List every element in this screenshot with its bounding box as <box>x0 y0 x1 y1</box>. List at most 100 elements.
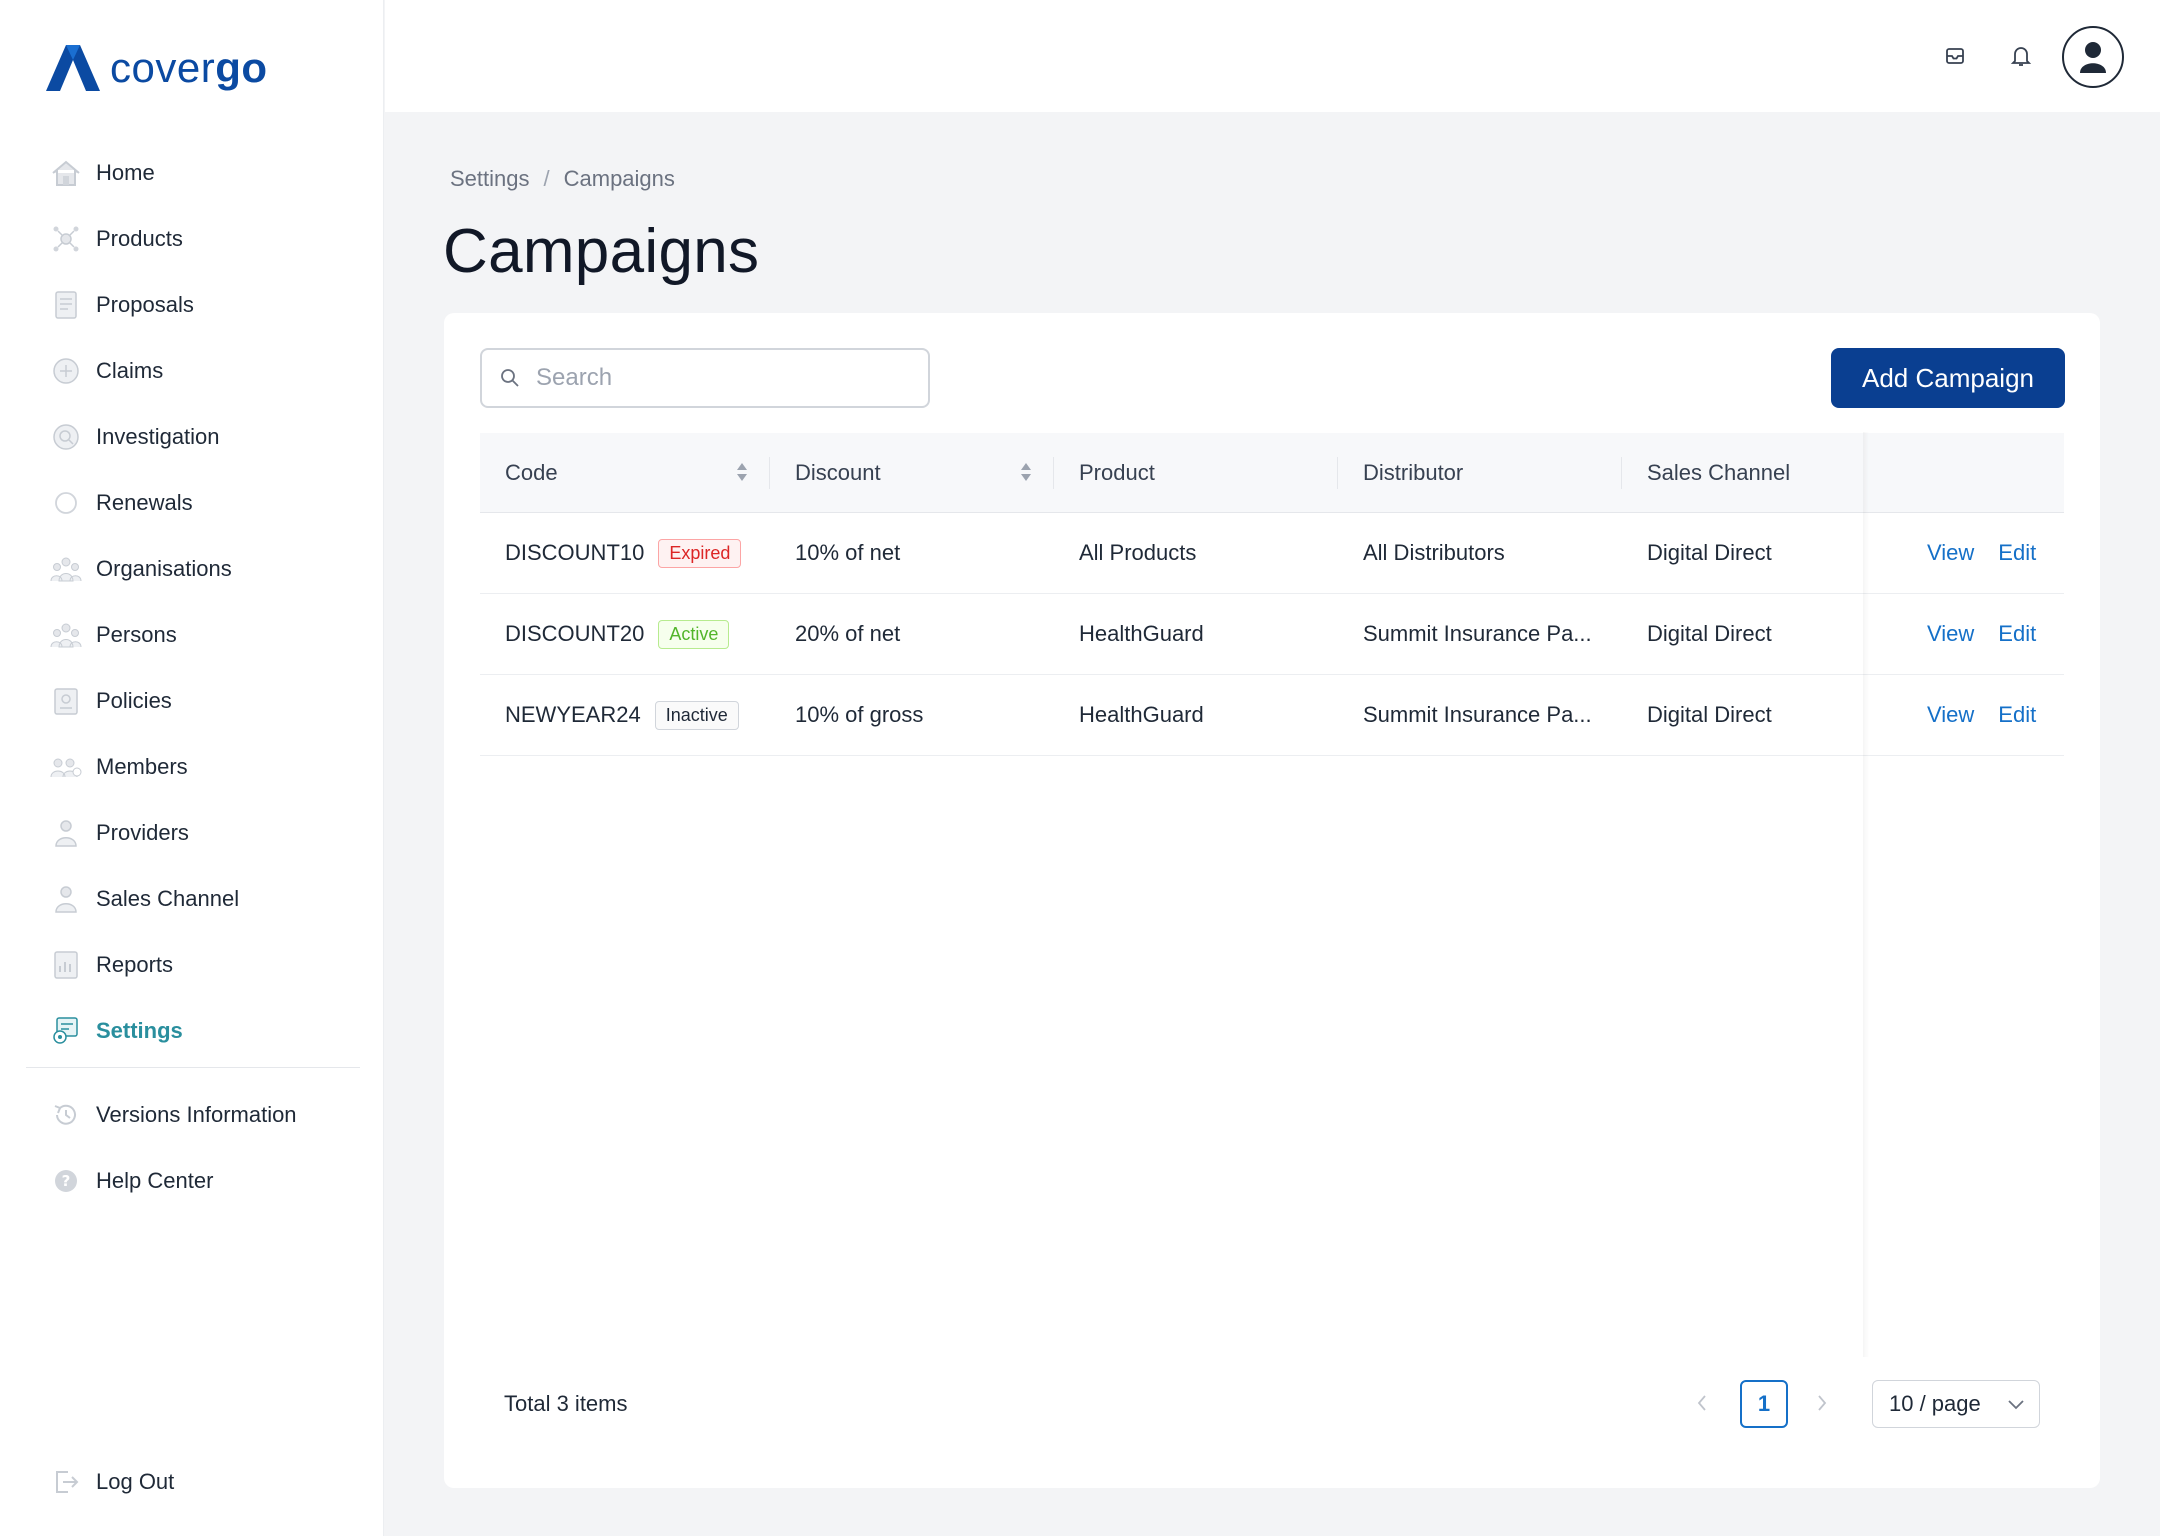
user-icon <box>2080 42 2106 73</box>
product-cell: HealthGuard <box>1079 621 1204 646</box>
sidebar-item-providers[interactable]: Providers <box>0 800 384 866</box>
sidebar-item-organisations[interactable]: Organisations <box>0 536 384 602</box>
search-input[interactable] <box>536 364 896 392</box>
sidebar-item-settings[interactable]: Settings <box>0 998 384 1064</box>
view-link[interactable]: View <box>1927 540 1974 566</box>
add-campaign-button[interactable]: Add Campaign <box>1831 348 2065 408</box>
column-header-distributor: Distributor <box>1338 433 1622 513</box>
bell-icon[interactable] <box>2007 42 2035 70</box>
sidebar-item-members[interactable]: Members <box>0 734 384 800</box>
sales-channel-icon <box>50 883 82 915</box>
logo-text: covergo <box>110 44 268 91</box>
campaign-code: DISCOUNT20 <box>505 621 645 646</box>
campaigns-table: Code Discount Product Distributor Sales … <box>480 433 2064 756</box>
discount-cell: 10% of gross <box>795 702 924 727</box>
sort-icon[interactable] <box>1020 461 1032 483</box>
view-link[interactable]: View <box>1927 621 1974 647</box>
proposals-icon <box>50 289 82 321</box>
column-header-actions <box>1902 433 2064 513</box>
page-number-button[interactable]: 1 <box>1740 1380 1788 1428</box>
distributor-cell: All Distributors <box>1363 540 1505 565</box>
chevron-right-icon <box>1818 1395 1827 1411</box>
campaign-code: DISCOUNT10 <box>505 540 645 565</box>
home-icon <box>50 157 82 189</box>
distributor-cell: Summit Insurance Pa... <box>1363 702 1592 727</box>
products-icon <box>50 223 82 255</box>
table-row: DISCOUNT20 Active 20% of net HealthGuard … <box>480 594 2064 675</box>
user-avatar[interactable] <box>2062 26 2124 88</box>
table-header: Code Discount Product Distributor Sales … <box>480 433 2064 513</box>
sidebar-item-renewals[interactable]: Renewals <box>0 470 384 536</box>
edit-link[interactable]: Edit <box>1998 621 2036 647</box>
edit-link[interactable]: Edit <box>1998 702 2036 728</box>
sort-icon[interactable] <box>736 461 748 483</box>
settings-icon <box>50 1015 82 1047</box>
chevron-down-icon <box>2008 1400 2024 1410</box>
breadcrumb-separator: / <box>543 166 550 191</box>
sidebar-item-claims[interactable]: Claims <box>0 338 384 404</box>
logout-icon <box>50 1466 82 1498</box>
sidebar-item-persons[interactable]: Persons <box>0 602 384 668</box>
sidebar-nav: Home Products Proposals Claims Investiga… <box>0 140 384 1064</box>
organisations-icon <box>50 553 82 585</box>
sidebar-item-products[interactable]: Products <box>0 206 384 272</box>
table-row: DISCOUNT10 Expired 10% of net All Product… <box>480 513 2064 594</box>
sidebar-item-reports[interactable]: Reports <box>0 932 384 998</box>
search-icon <box>501 369 519 387</box>
page-size-value: 10 / page <box>1889 1391 1981 1416</box>
inbox-icon[interactable] <box>1941 42 1969 70</box>
sidebar-item-versions-information[interactable]: Versions Information <box>0 1082 384 1148</box>
logo[interactable]: covergo <box>46 44 268 92</box>
sales-channel-cell: Digital Direct <box>1647 621 1772 646</box>
fixed-column-shadow <box>1863 432 1869 1357</box>
top-bar <box>385 0 2160 112</box>
product-cell: HealthGuard <box>1079 702 1204 727</box>
next-page-button[interactable] <box>1808 1389 1836 1417</box>
sidebar-item-sales-channel[interactable]: Sales Channel <box>0 866 384 932</box>
status-badge: Active <box>658 619 730 649</box>
persons-icon <box>50 619 82 651</box>
sales-channel-cell: Digital Direct <box>1647 702 1772 727</box>
table-row: NEWYEAR24 Inactive 10% of gross HealthGua… <box>480 675 2064 756</box>
covergo-logo-icon <box>46 45 100 91</box>
breadcrumb-settings[interactable]: Settings <box>450 166 530 192</box>
policies-icon <box>50 685 82 717</box>
status-badge: Expired <box>658 538 742 568</box>
search-box[interactable] <box>480 348 930 408</box>
page-title: Campaigns <box>443 217 760 286</box>
column-header-discount[interactable]: Discount <box>770 433 1054 513</box>
view-link[interactable]: View <box>1927 702 1974 728</box>
members-icon <box>50 751 82 783</box>
discount-cell: 10% of net <box>795 540 901 565</box>
sidebar-secondary-nav: Versions Information ? Help Center <box>0 1082 384 1214</box>
discount-cell: 20% of net <box>795 621 901 646</box>
edit-link[interactable]: Edit <box>1998 540 2036 566</box>
sidebar-item-home[interactable]: Home <box>0 140 384 206</box>
history-icon <box>50 1099 82 1131</box>
claims-icon <box>50 355 82 387</box>
sidebar-item-investigation[interactable]: Investigation <box>0 404 384 470</box>
column-header-sales-channel: Sales Channel <box>1647 459 1791 485</box>
distributor-cell: Summit Insurance Pa... <box>1363 621 1592 646</box>
sidebar: covergo Home Products Proposals Claims I… <box>0 0 384 1536</box>
sidebar-item-help-center[interactable]: ? Help Center <box>0 1148 384 1214</box>
page-size-select[interactable]: 10 / page <box>1872 1380 2040 1428</box>
sidebar-item-proposals[interactable]: Proposals <box>0 272 384 338</box>
svg-text:?: ? <box>62 1172 71 1190</box>
reports-icon <box>50 949 82 981</box>
prev-page-button[interactable] <box>1688 1389 1716 1417</box>
breadcrumb-campaigns: Campaigns <box>563 166 675 191</box>
product-cell: All Products <box>1079 540 1197 565</box>
sales-channel-cell: Digital Direct <box>1647 540 1772 565</box>
column-header-code[interactable]: Code <box>480 433 770 513</box>
logout-button[interactable]: Log Out <box>0 1449 384 1515</box>
campaign-code: NEWYEAR24 <box>505 702 641 727</box>
total-items-text: Total 3 items <box>504 1391 628 1416</box>
column-header-product: Product <box>1054 433 1338 513</box>
providers-icon <box>50 817 82 849</box>
chevron-left-icon <box>1697 1395 1706 1411</box>
campaigns-card: Add Campaign Code Discount Product Distr… <box>444 313 2100 1488</box>
status-badge: Inactive <box>654 700 739 730</box>
sidebar-item-policies[interactable]: Policies <box>0 668 384 734</box>
help-icon: ? <box>50 1165 82 1197</box>
